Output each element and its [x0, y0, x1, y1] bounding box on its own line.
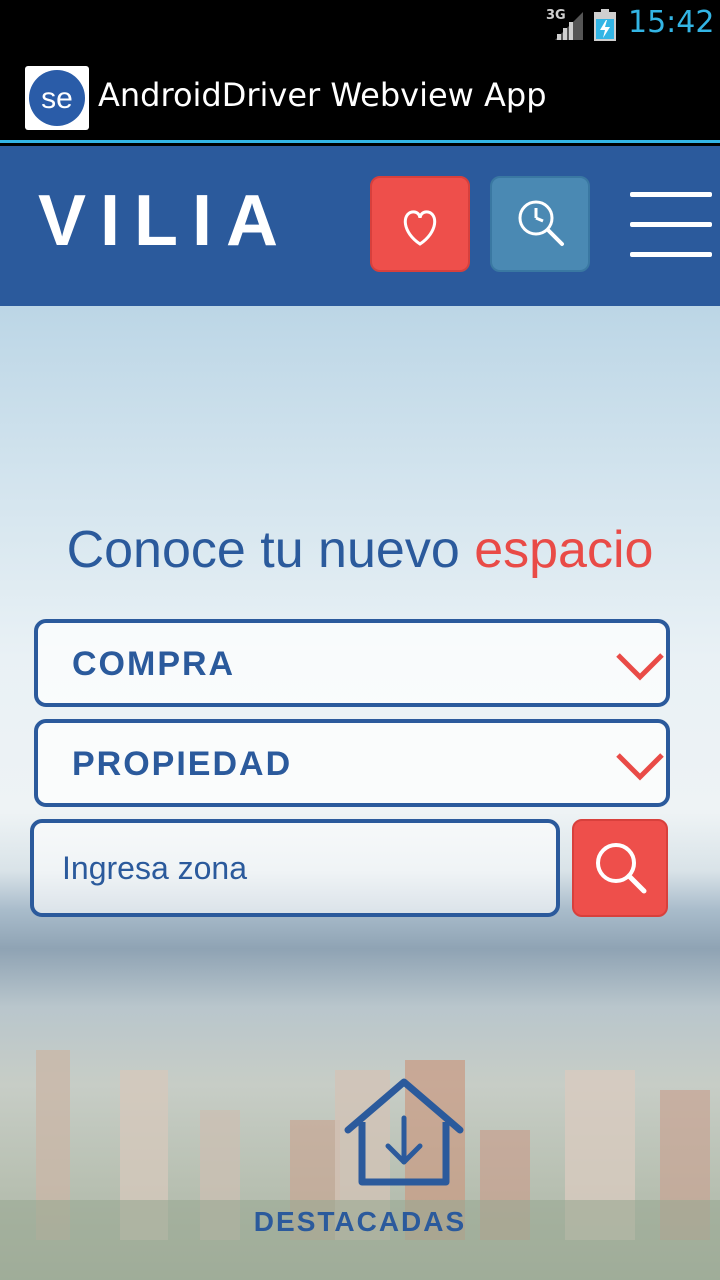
operation-select[interactable]: COMPRA: [34, 619, 670, 707]
chevron-down-icon: [616, 753, 664, 781]
signal-icon: [555, 12, 583, 40]
app-logo: se: [25, 66, 89, 130]
site-header: VILIA: [0, 146, 720, 306]
menu-bar-bottom: [630, 252, 712, 257]
battery-charging-icon: [594, 9, 616, 41]
history-search-button[interactable]: [490, 176, 590, 272]
tagline-main: Conoce tu nuevo: [66, 521, 475, 579]
property-type-select[interactable]: PROPIEDAD: [34, 719, 670, 807]
menu-bar-middle: [630, 222, 712, 227]
hero-section: Conoce tu nuevo espacio COMPRA PROPIEDAD…: [0, 306, 720, 1280]
app-title: AndroidDriver Webview App: [98, 76, 547, 114]
brand-logo[interactable]: VILIA: [38, 180, 292, 262]
hero-tagline: Conoce tu nuevo espacio: [0, 520, 720, 580]
logo-text: se: [41, 82, 73, 115]
app-title-bar: se AndroidDriver Webview App: [0, 50, 720, 143]
heart-icon: [403, 210, 437, 246]
favorites-button[interactable]: [370, 176, 470, 272]
chevron-down-icon: [616, 653, 664, 681]
tagline-accent: espacio: [474, 521, 654, 579]
featured-link[interactable]: DESTACADAS: [0, 1206, 720, 1238]
status-clock: 15:42: [628, 5, 715, 40]
menu-bar-top: [630, 192, 712, 197]
house-download-icon[interactable]: [342, 1076, 466, 1188]
property-select-value: PROPIEDAD: [72, 745, 293, 783]
search-button[interactable]: [572, 819, 668, 917]
zone-search-input[interactable]: [30, 819, 560, 917]
selenium-logo-icon: se: [29, 70, 85, 126]
hamburger-menu-icon[interactable]: [630, 192, 712, 258]
operation-select-value: COMPRA: [72, 645, 236, 683]
search-icon: [596, 843, 647, 894]
clock-search-icon: [518, 200, 564, 246]
status-bar: 3G 15:42: [0, 0, 720, 50]
